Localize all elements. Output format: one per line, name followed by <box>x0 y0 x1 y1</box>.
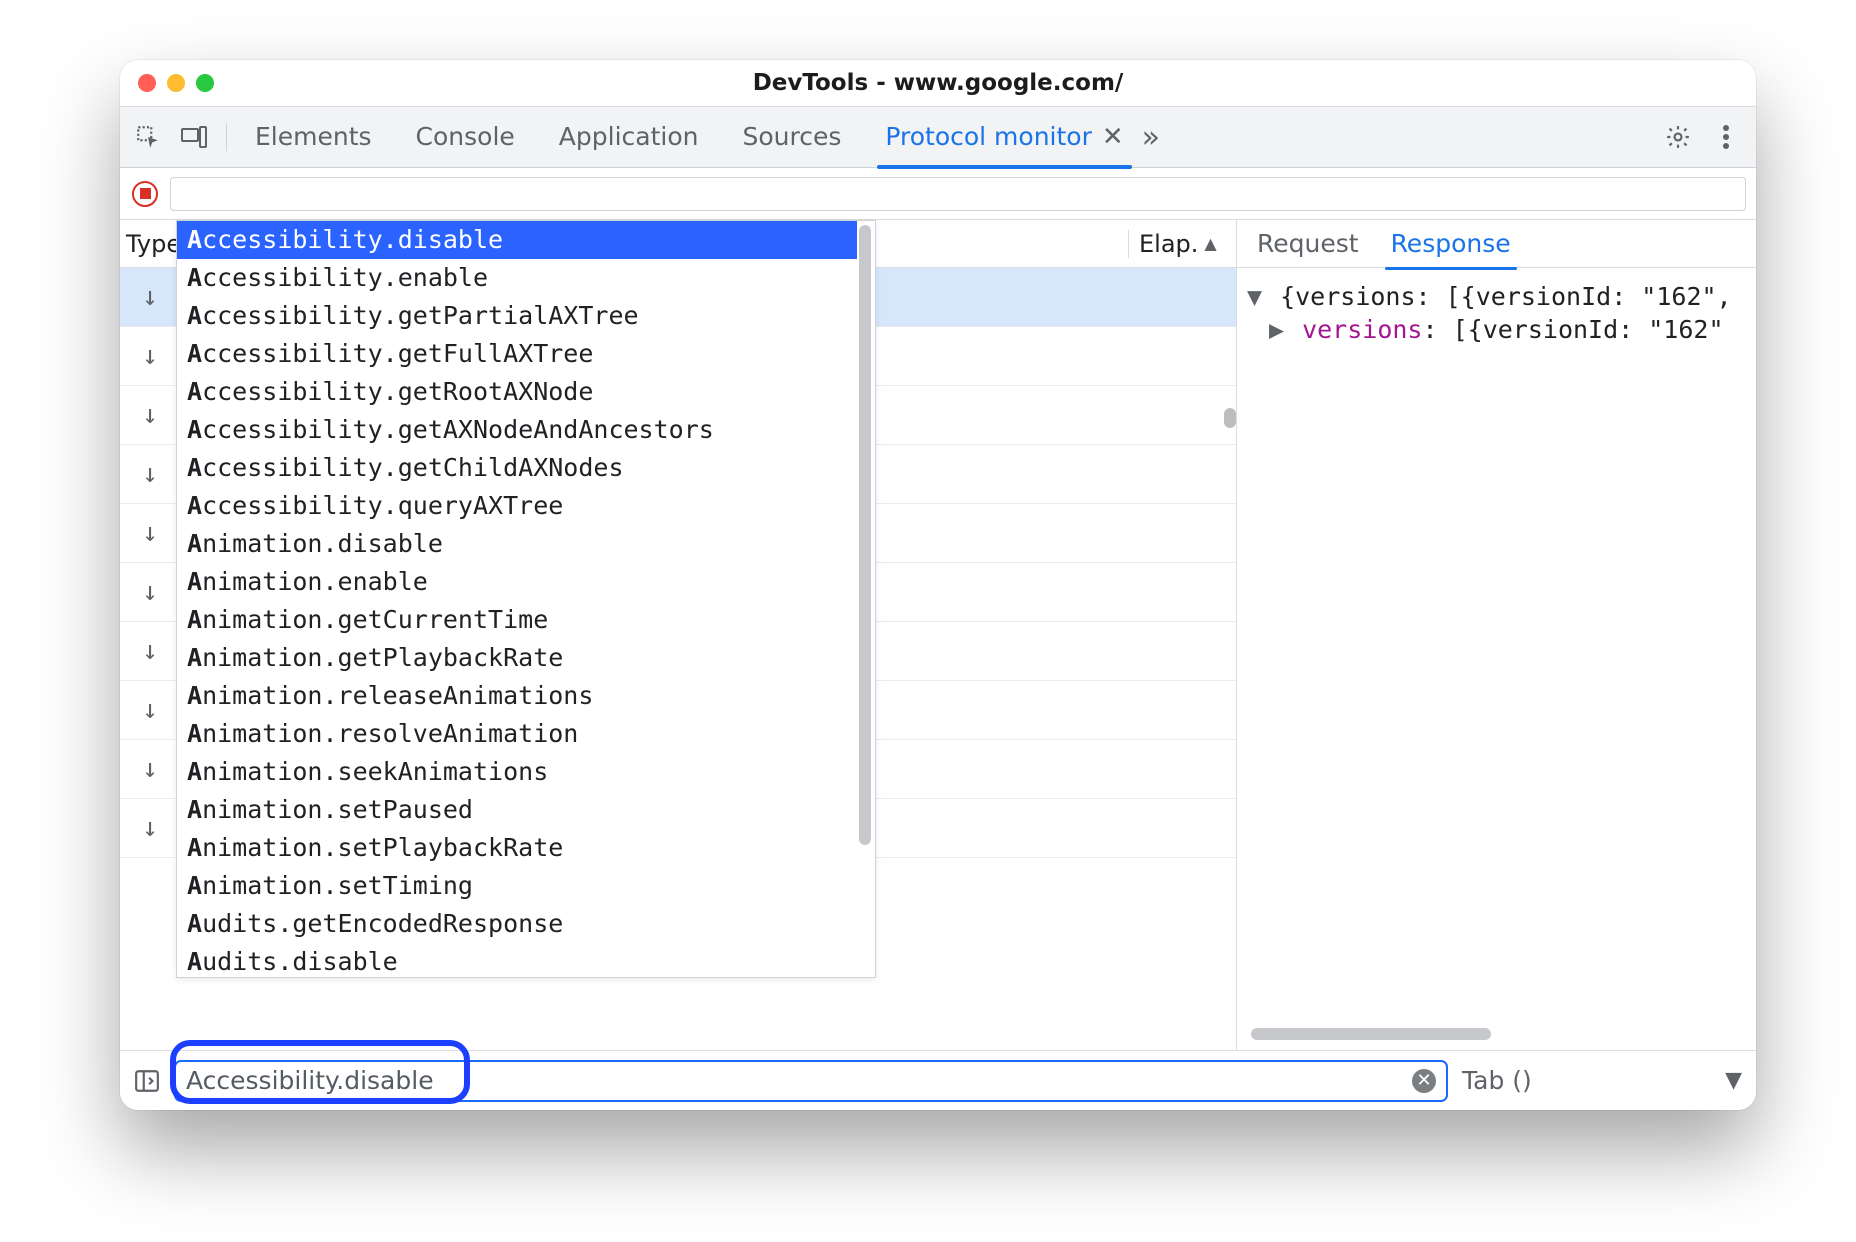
tab-sources[interactable]: Sources <box>738 106 845 168</box>
command-input-value: Accessibility.disable <box>186 1066 434 1095</box>
close-tab-icon[interactable]: ✕ <box>1102 124 1124 150</box>
details-horizontal-scrollbar[interactable] <box>1251 1028 1491 1040</box>
tab-application[interactable]: Application <box>555 106 703 168</box>
tab-hint[interactable]: Tab () ▼ <box>1462 1066 1742 1095</box>
tab-hint-label: Tab () <box>1462 1066 1532 1095</box>
autocomplete-item[interactable]: Animation.setPaused <box>177 791 857 829</box>
window-controls <box>138 74 214 92</box>
direction-down-icon: ↓ <box>120 459 180 489</box>
record-button[interactable] <box>130 179 160 209</box>
autocomplete-item[interactable]: Animation.getCurrentTime <box>177 601 857 639</box>
json-root-text: {versions: [{versionId: "162", <box>1280 282 1732 311</box>
direction-down-icon: ↓ <box>120 813 180 843</box>
main-toolbar: Elements Console Application Sources Protoco… <box>120 106 1756 168</box>
details-pane: Request Response ▼ {versions: [{versionId… <box>1236 220 1756 1050</box>
minimize-window-button[interactable] <box>167 74 185 92</box>
autocomplete-item[interactable]: Audits.disable <box>177 943 857 977</box>
filter-input[interactable] <box>170 177 1746 211</box>
tab-console[interactable]: Console <box>412 106 519 168</box>
json-child-line[interactable]: ▶ versions: [{versionId: "162" <box>1247 313 1746 346</box>
direction-down-icon: ↓ <box>120 636 180 666</box>
direction-down-icon: ↓ <box>120 400 180 430</box>
response-body: ▼ {versions: [{versionId: "162", ▶ versi… <box>1237 268 1756 1050</box>
dropdown-caret-icon[interactable]: ▼ <box>1725 1068 1742 1093</box>
json-key: versions <box>1302 315 1422 344</box>
column-elapsed-label: Elap. <box>1139 230 1198 258</box>
more-tabs-button[interactable]: » <box>1142 120 1160 155</box>
settings-gear-icon[interactable] <box>1664 123 1692 151</box>
autocomplete-item[interactable]: Accessibility.getChildAXNodes <box>177 449 857 487</box>
direction-down-icon: ↓ <box>120 341 180 371</box>
column-type[interactable]: Type <box>120 230 180 258</box>
autocomplete-item[interactable]: Animation.setPlaybackRate <box>177 829 857 867</box>
autocomplete-item[interactable]: Accessibility.disable <box>177 221 857 259</box>
command-bar: Accessibility.disable ✕ Tab () ▼ <box>120 1050 1756 1110</box>
autocomplete-item[interactable]: Accessibility.getRootAXNode <box>177 373 857 411</box>
zoom-window-button[interactable] <box>196 74 214 92</box>
inspect-element-icon[interactable] <box>134 123 162 151</box>
device-toolbar-icon[interactable] <box>180 123 208 151</box>
autocomplete-item[interactable]: Animation.enable <box>177 563 857 601</box>
titlebar: DevTools - www.google.com/ <box>120 60 1756 106</box>
autocomplete-item[interactable]: Animation.setTiming <box>177 867 857 905</box>
column-elapsed[interactable]: Elap. ▲ <box>1128 230 1236 258</box>
autocomplete-item[interactable]: Audits.getEncodedResponse <box>177 905 857 943</box>
autocomplete-item[interactable]: Animation.getPlaybackRate <box>177 639 857 677</box>
direction-down-icon: ↓ <box>120 695 180 725</box>
tab-elements[interactable]: Elements <box>251 106 376 168</box>
autocomplete-item[interactable]: Animation.resolveAnimation <box>177 715 857 753</box>
direction-down-icon: ↓ <box>120 282 180 312</box>
autocomplete-item[interactable]: Animation.releaseAnimations <box>177 677 857 715</box>
autocomplete-popup: Accessibility.disableAccessibility.enabl… <box>176 220 876 978</box>
disclosure-right-icon[interactable]: ▶ <box>1269 315 1287 344</box>
direction-down-icon: ↓ <box>120 754 180 784</box>
tab-protocol-monitor[interactable]: Protocol monitor✕ <box>881 106 1127 168</box>
details-tab-request[interactable]: Request <box>1255 229 1361 258</box>
command-input[interactable]: Accessibility.disable ✕ <box>174 1060 1448 1102</box>
autocomplete-item[interactable]: Accessibility.getPartialAXTree <box>177 297 857 335</box>
popup-scrollbar[interactable] <box>859 225 871 845</box>
toolbar-separator <box>226 123 227 151</box>
autocomplete-item[interactable]: Accessibility.getFullAXTree <box>177 335 857 373</box>
clear-input-icon[interactable]: ✕ <box>1412 1069 1436 1093</box>
direction-down-icon: ↓ <box>120 518 180 548</box>
toggle-left-panel-icon[interactable] <box>134 1068 160 1094</box>
json-root-line[interactable]: ▼ {versions: [{versionId: "162", <box>1247 280 1746 313</box>
autocomplete-item[interactable]: Animation.disable <box>177 525 857 563</box>
json-value: : [{versionId: "162" <box>1422 315 1723 344</box>
close-window-button[interactable] <box>138 74 156 92</box>
sort-asc-icon: ▲ <box>1204 234 1216 253</box>
autocomplete-item[interactable]: Accessibility.getAXNodeAndAncestors <box>177 411 857 449</box>
kebab-menu-icon[interactable] <box>1712 123 1740 151</box>
autocomplete-item[interactable]: Accessibility.enable <box>177 259 857 297</box>
protocol-log-pane: Type se Elap. ▲ ↓ions":[…↓estId":…↓estId… <box>120 220 1236 1050</box>
autocomplete-item[interactable]: Animation.seekAnimations <box>177 753 857 791</box>
details-tab-response[interactable]: Response <box>1389 229 1513 258</box>
autocomplete-item[interactable]: Accessibility.queryAXTree <box>177 487 857 525</box>
disclosure-down-icon[interactable]: ▼ <box>1247 282 1265 311</box>
direction-down-icon: ↓ <box>120 577 180 607</box>
filter-bar <box>120 168 1756 220</box>
window-title: DevTools - www.google.com/ <box>120 70 1756 96</box>
left-vertical-scrollbar[interactable] <box>1224 408 1236 428</box>
devtools-window: DevTools - www.google.com/ Elements Conso… <box>120 60 1756 1110</box>
